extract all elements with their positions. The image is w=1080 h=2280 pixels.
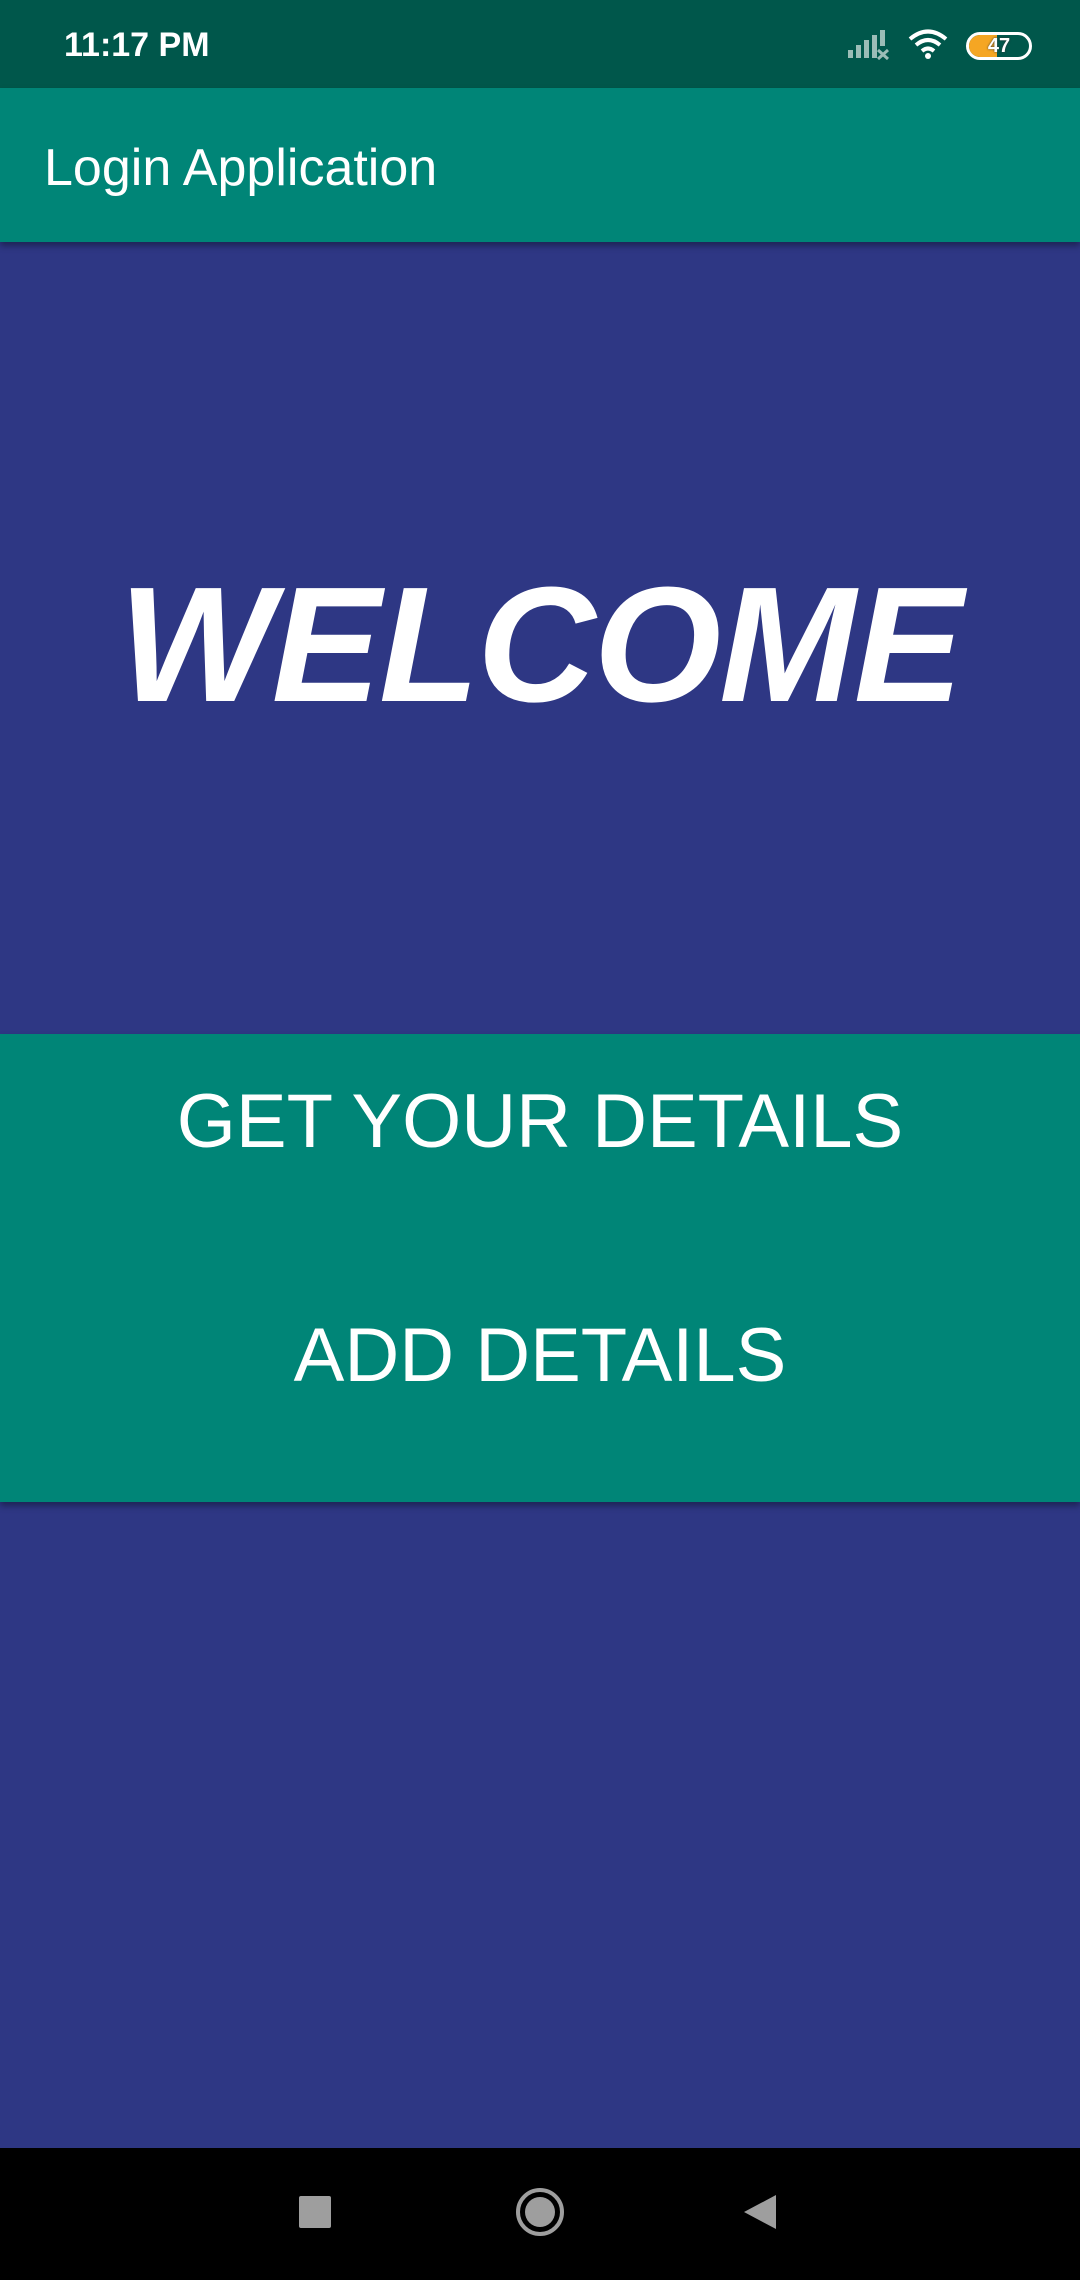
battery-level: 47 — [987, 35, 1011, 57]
home-button[interactable] — [510, 2184, 570, 2244]
app-title: Login Application — [44, 139, 438, 197]
wifi-icon — [908, 28, 948, 65]
button-panel: GET YOUR DETAILS ADD DETAILS — [0, 1034, 1080, 1502]
app-bar: Login Application — [0, 88, 1080, 242]
app-screen: 11:17 PM 47 Login Application WELCOME GE… — [0, 0, 1080, 2280]
recents-icon — [298, 2195, 332, 2234]
battery-icon: 47 — [966, 32, 1032, 60]
home-icon — [514, 2186, 566, 2243]
welcome-heading: WELCOME — [118, 553, 963, 736]
recents-button[interactable] — [285, 2184, 345, 2244]
get-details-button[interactable]: GET YOUR DETAILS — [0, 1022, 1080, 1222]
status-bar: 11:17 PM 47 — [0, 0, 1080, 88]
back-icon — [742, 2193, 778, 2236]
status-icons: 47 — [846, 26, 1032, 66]
status-time: 11:17 PM — [64, 26, 210, 64]
back-button[interactable] — [730, 2184, 790, 2244]
add-details-button[interactable]: ADD DETAILS — [0, 1256, 1080, 1456]
signal-icon — [846, 28, 890, 65]
navigation-bar — [0, 2148, 1080, 2280]
